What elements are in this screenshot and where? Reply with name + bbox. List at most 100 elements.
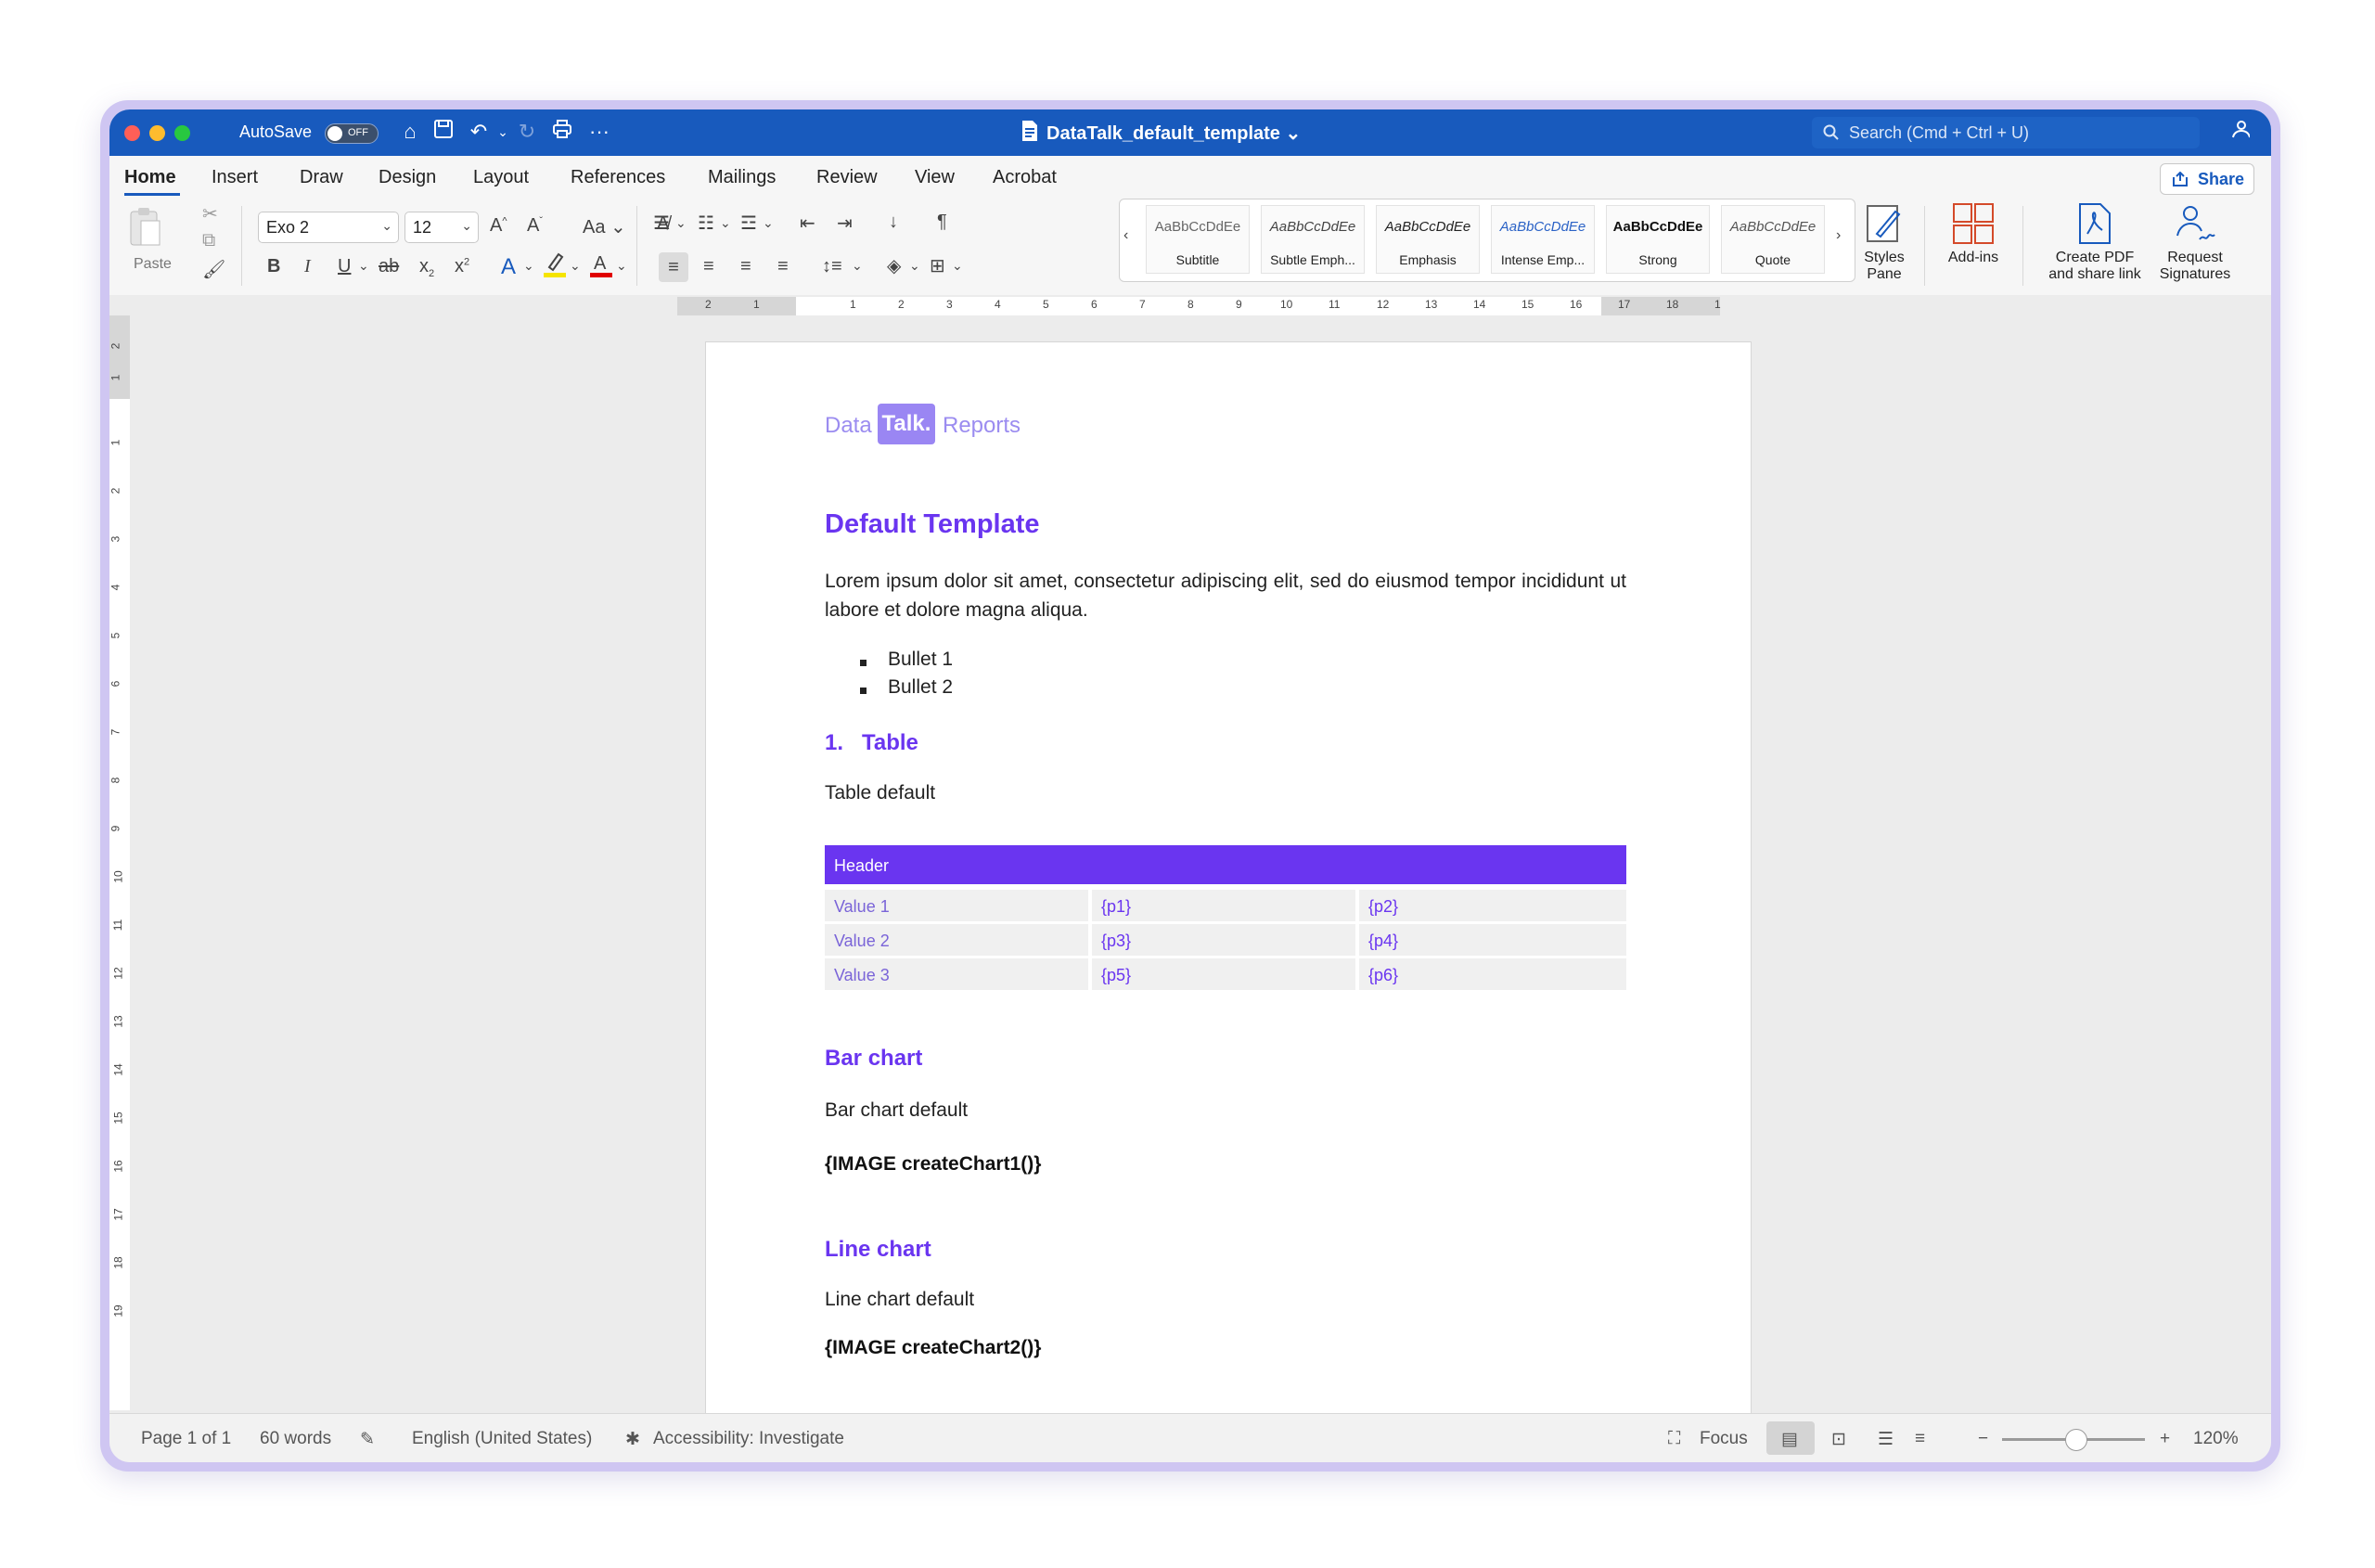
minimize-window-button[interactable]	[149, 125, 165, 141]
tab-mailings[interactable]: Mailings	[708, 167, 776, 188]
tab-draw[interactable]: Draw	[300, 167, 343, 188]
word-count[interactable]: 60 words	[260, 1429, 331, 1449]
justify-icon[interactable]: ≡	[777, 256, 789, 277]
proofing-icon[interactable]: ✎	[360, 1429, 375, 1450]
web-layout-icon[interactable]: ⊡	[1831, 1429, 1846, 1450]
draft-view-icon[interactable]: ≡	[1915, 1429, 1925, 1449]
superscript-icon[interactable]: x2	[455, 256, 469, 277]
zoom-window-button[interactable]	[174, 125, 190, 141]
decrease-indent-icon[interactable]: ⇤	[800, 212, 815, 235]
bullets-icon[interactable]: ☰	[653, 212, 670, 235]
tab-references[interactable]: References	[571, 167, 665, 188]
chevron-down-icon[interactable]: ⌄	[952, 258, 963, 274]
grow-font-icon[interactable]: A^	[490, 215, 507, 237]
align-right-icon[interactable]: ≡	[740, 256, 751, 277]
align-left-icon[interactable]: ≡	[659, 252, 688, 282]
line-spacing-icon[interactable]: ↕≡	[822, 256, 842, 277]
style-strong[interactable]: AaBbCcDdEe Strong	[1606, 205, 1710, 274]
borders-icon[interactable]: ⊞	[930, 254, 945, 277]
underline-icon[interactable]: U	[338, 256, 351, 277]
tab-acrobat[interactable]: Acrobat	[993, 167, 1057, 188]
change-case-icon[interactable]: Aa ⌄	[583, 215, 626, 238]
cut-icon[interactable]: ✂	[202, 202, 218, 225]
style-quote[interactable]: AaBbCcDdEe Quote	[1721, 205, 1825, 274]
print-layout-button[interactable]: ▤	[1766, 1421, 1815, 1455]
table-cell-text: {p2}	[1368, 897, 1399, 916]
font-size-select[interactable]: 12 ⌄	[404, 212, 479, 243]
sort-icon[interactable]: ↓	[889, 212, 898, 233]
tab-view[interactable]: View	[915, 167, 955, 188]
print-icon[interactable]	[549, 119, 575, 145]
lorem-paragraph: Lorem ipsum dolor sit amet, consectetur …	[825, 571, 1626, 621]
create-pdf-button[interactable]: Create PDF and share link	[2039, 202, 2150, 283]
format-painter-icon[interactable]: 🖌	[202, 258, 225, 281]
gallery-left-icon[interactable]: ‹	[1123, 227, 1128, 244]
copy-icon[interactable]: ⧉	[202, 230, 215, 251]
outline-view-icon[interactable]: ☰	[1878, 1429, 1894, 1450]
document-page[interactable]: Data Talk. Reports Default Template Lore…	[705, 341, 1752, 1415]
highlight-icon[interactable]	[544, 251, 566, 278]
bold-icon[interactable]: B	[267, 256, 280, 277]
style-intense-emphasis[interactable]: AaBbCcDdEe Intense Emp...	[1491, 205, 1595, 274]
numbering-icon[interactable]: ☷	[698, 212, 714, 235]
tab-home[interactable]: Home	[124, 167, 176, 188]
chevron-down-icon[interactable]: ⌄	[570, 258, 581, 274]
show-formatting-icon[interactable]: ¶	[937, 212, 947, 233]
text-effects-icon[interactable]: A	[501, 254, 516, 280]
subscript-icon[interactable]: x2	[419, 256, 434, 279]
redo-icon[interactable]: ↻	[514, 119, 540, 145]
styles-pane-button[interactable]: Styles Pane	[1861, 202, 1907, 283]
zoom-level[interactable]: 120%	[2193, 1429, 2239, 1449]
chevron-down-icon[interactable]: ⌄	[358, 258, 369, 274]
font-name-select[interactable]: Exo 2 ⌄	[258, 212, 399, 243]
undo-icon[interactable]: ↶	[466, 119, 492, 145]
chevron-down-icon[interactable]: ⌄	[763, 215, 774, 231]
chevron-down-icon[interactable]: ⌄	[852, 258, 863, 274]
share-button[interactable]: Share	[2160, 163, 2254, 195]
accessibility-icon[interactable]: ✱	[625, 1429, 640, 1450]
account-icon[interactable]	[2227, 119, 2253, 145]
style-emphasis[interactable]: AaBbCcDdEe Emphasis	[1376, 205, 1480, 274]
zoom-slider-thumb[interactable]	[2065, 1429, 2087, 1451]
chevron-down-icon[interactable]: ⌄	[909, 258, 920, 274]
accessibility-status[interactable]: Accessibility: Investigate	[653, 1429, 844, 1449]
page-count[interactable]: Page 1 of 1	[141, 1429, 231, 1449]
style-subtle-emphasis[interactable]: AaBbCcDdEe Subtle Emph...	[1261, 205, 1365, 274]
vertical-ruler[interactable]: 2 1 1 2 3 4 5 6 7 8 9 10 11 12 13 14 15 …	[109, 315, 131, 1410]
request-signatures-button[interactable]: Request Signatures	[2150, 202, 2240, 283]
tab-design[interactable]: Design	[379, 167, 436, 188]
focus-mode[interactable]: Focus	[1700, 1429, 1748, 1449]
save-icon[interactable]	[430, 119, 456, 145]
zoom-in-icon[interactable]: +	[2160, 1429, 2170, 1449]
zoom-out-icon[interactable]: −	[1978, 1429, 1988, 1449]
chevron-down-icon[interactable]: ⌄	[675, 215, 687, 231]
increase-indent-icon[interactable]: ⇥	[837, 212, 853, 235]
shading-icon[interactable]: ◈	[887, 254, 901, 277]
multilevel-list-icon[interactable]: ☲	[740, 212, 757, 235]
add-ins-button[interactable]: Add-ins	[1941, 202, 2006, 266]
close-window-button[interactable]	[124, 125, 140, 141]
paste-icon[interactable]	[126, 206, 163, 251]
document-title[interactable]: DataTalk_default_template ⌄	[1046, 122, 1301, 145]
focus-icon[interactable]: ⛶	[1668, 1429, 1680, 1449]
strikethrough-icon[interactable]: ab	[379, 256, 399, 277]
chevron-down-icon[interactable]: ⌄	[616, 258, 627, 274]
chevron-down-icon[interactable]: ⌄	[523, 258, 534, 274]
gallery-right-icon[interactable]: ›	[1836, 227, 1841, 244]
home-icon[interactable]: ⌂	[397, 119, 423, 145]
search-box[interactable]: Search (Cmd + Ctrl + U)	[1812, 117, 2200, 148]
tab-review[interactable]: Review	[816, 167, 878, 188]
undo-dropdown-icon[interactable]: ⌄	[490, 119, 516, 145]
shrink-font-icon[interactable]: Aˇ	[527, 215, 543, 237]
font-color-icon[interactable]: A	[590, 251, 612, 278]
tab-layout[interactable]: Layout	[473, 167, 529, 188]
horizontal-ruler[interactable]: 2 1 1 2 3 4 5 6 7 8 9 10 11 12 13 14 15 …	[109, 295, 2271, 316]
autosave-toggle[interactable]: OFF	[325, 123, 379, 144]
style-subtitle[interactable]: AaBbCcDdEe Subtitle	[1146, 205, 1250, 274]
more-icon[interactable]: ···	[586, 119, 612, 145]
language-status[interactable]: English (United States)	[412, 1429, 592, 1449]
chevron-down-icon[interactable]: ⌄	[720, 215, 731, 231]
tab-insert[interactable]: Insert	[212, 167, 258, 188]
align-center-icon[interactable]: ≡	[703, 256, 714, 277]
italic-icon[interactable]: I	[304, 256, 311, 277]
